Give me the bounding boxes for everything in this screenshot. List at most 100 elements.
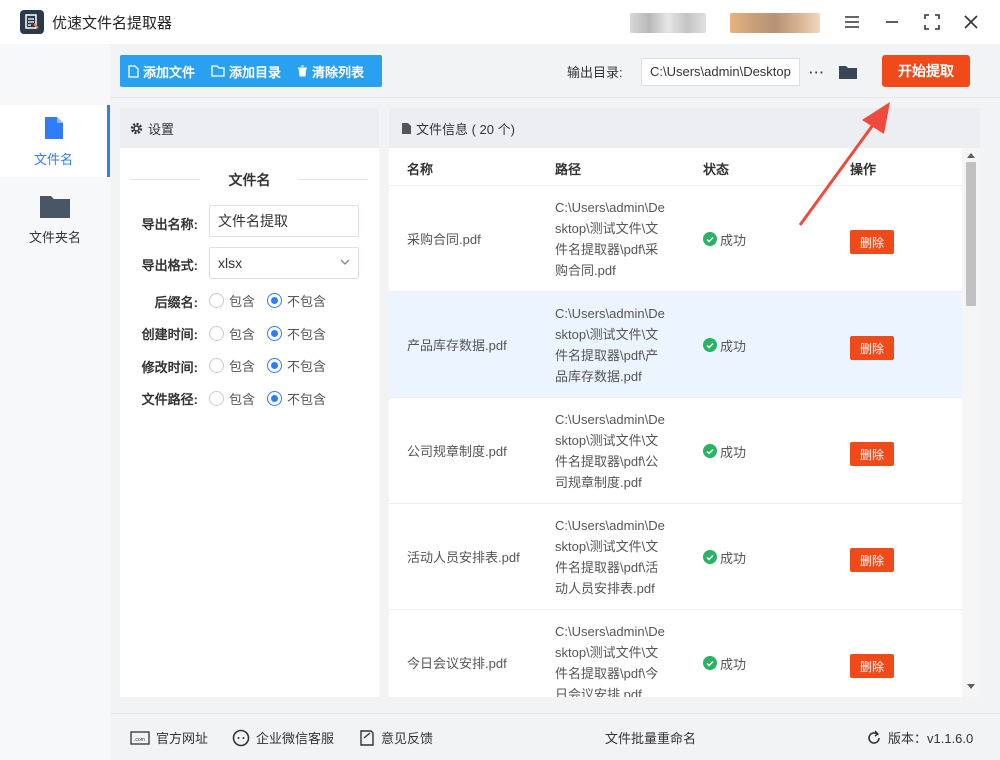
radio-circle-selected <box>267 358 283 373</box>
delete-button[interactable]: 删除 <box>850 654 894 678</box>
divider <box>130 179 200 180</box>
minimize-icon[interactable] <box>880 10 904 34</box>
file-name-cell: 今日会议安排.pdf <box>407 655 507 671</box>
status-cell: 成功 <box>703 292 746 398</box>
include-radio[interactable]: 包含 <box>209 356 255 375</box>
more-options-button[interactable]: ··· <box>808 60 826 84</box>
check-circle-icon <box>703 550 717 564</box>
check-circle-icon <box>703 656 717 670</box>
sidebar-item-foldername[interactable]: 文件夹名 <box>0 183 110 255</box>
footer: .com 官方网址 企业微信客服 意见反馈 文件批量重命名 版本：v1.1.6.… <box>110 713 1000 760</box>
exclude-radio[interactable]: 不包含 <box>267 356 326 375</box>
export-format-value: xlsx <box>218 255 243 271</box>
file-path-cell: C:\Users\admin\Desktop\测试文件\文件名提取器\pdf\公… <box>555 412 665 490</box>
scroll-thumb[interactable] <box>966 162 976 306</box>
file-path-cell: C:\Users\admin\Desktop\测试文件\文件名提取器\pdf\今… <box>555 624 665 697</box>
close-icon[interactable] <box>959 10 983 34</box>
wechat-service-label: 企业微信客服 <box>256 731 335 746</box>
option-radio-group: 包含 不包含 <box>209 324 338 343</box>
website-link[interactable]: .com 官方网址 <box>130 728 208 747</box>
add-file-button[interactable]: 添加文件 <box>120 55 203 87</box>
check-circle-icon <box>703 444 717 458</box>
include-label: 包含 <box>229 327 256 342</box>
maximize-icon[interactable] <box>920 10 944 34</box>
table-row[interactable]: 产品库存数据.pdf C:\Users\admin\Desktop\测试文件\文… <box>389 292 962 398</box>
start-extract-button[interactable]: 开始提取 <box>882 55 970 87</box>
column-status: 状态 <box>703 162 730 177</box>
file-name-cell: 公司规章制度.pdf <box>407 443 507 459</box>
sidebar-item-label: 文件名 <box>33 151 73 167</box>
table-row[interactable]: 今日会议安排.pdf C:\Users\admin\Desktop\测试文件\文… <box>389 610 962 697</box>
settings-panel: 设置 文件名 导出名称: 文件名提取 导出格式: xlsx 后缀名: 包含 不包… <box>120 108 379 697</box>
website-icon: .com <box>130 730 150 745</box>
wechat-service-link[interactable]: 企业微信客服 <box>232 728 334 747</box>
scroll-down-icon[interactable] <box>967 684 975 689</box>
status-text: 成功 <box>720 550 747 566</box>
status-text: 成功 <box>720 656 747 672</box>
option-radio-group: 包含 不包含 <box>209 356 338 375</box>
file-name-cell: 产品库存数据.pdf <box>407 337 507 353</box>
file-icon <box>402 122 411 134</box>
open-folder-icon[interactable] <box>836 60 860 84</box>
output-dir-input[interactable]: C:\Users\admin\Desktop <box>641 58 800 86</box>
option-label: 创建时间: <box>141 327 198 342</box>
clear-list-button[interactable]: 清除列表 <box>289 55 372 87</box>
menu-icon[interactable] <box>840 10 864 34</box>
table-row[interactable]: 公司规章制度.pdf C:\Users\admin\Desktop\测试文件\文… <box>389 398 962 504</box>
divider <box>298 179 368 180</box>
file-name-cell: 采购合同.pdf <box>407 231 481 247</box>
divider <box>110 97 1000 98</box>
exclude-label: 不包含 <box>287 359 327 374</box>
table-row[interactable]: 采购合同.pdf C:\Users\admin\Desktop\测试文件\文件名… <box>389 186 962 292</box>
gear-icon <box>130 122 143 134</box>
app-title: 优速文件名提取器 <box>52 14 173 32</box>
website-label: 官方网址 <box>156 731 209 746</box>
column-action: 操作 <box>850 162 877 177</box>
exclude-radio[interactable]: 不包含 <box>267 389 326 408</box>
exclude-radio[interactable]: 不包含 <box>267 324 326 343</box>
exclude-radio[interactable]: 不包含 <box>267 291 326 310</box>
file-path-cell: C:\Users\admin\Desktop\测试文件\文件名提取器\pdf\活… <box>555 518 665 596</box>
add-directory-button[interactable]: 添加目录 <box>203 55 289 87</box>
svg-text:.com: .com <box>134 737 145 743</box>
include-radio[interactable]: 包含 <box>209 389 255 408</box>
version-info[interactable]: 版本：v1.1.6.0 <box>866 728 973 747</box>
vertical-scrollbar[interactable] <box>962 148 980 697</box>
include-radio[interactable]: 包含 <box>209 291 255 310</box>
file-info-title: 文件信息 ( 20 个) <box>416 121 515 137</box>
version-label: 版本：v1.1.6.0 <box>888 731 974 746</box>
table-header: 名称 路径 状态 操作 <box>389 148 962 186</box>
scroll-up-icon[interactable] <box>967 153 975 158</box>
file-path-cell: C:\Users\admin\Desktop\测试文件\文件名提取器\pdf\采… <box>555 200 665 278</box>
delete-button[interactable]: 删除 <box>850 230 894 254</box>
delete-button[interactable]: 删除 <box>850 336 894 360</box>
status-cell: 成功 <box>703 186 746 292</box>
blurred-user-avatar <box>630 13 706 33</box>
feedback-link[interactable]: 意见反馈 <box>359 728 433 747</box>
chevron-down-icon <box>340 259 350 265</box>
export-format-select[interactable]: xlsx <box>209 247 359 279</box>
sidebar-item-filename[interactable]: 文件名 <box>0 105 110 177</box>
title-bar: 优速文件名提取器 <box>0 0 1000 44</box>
export-name-input[interactable]: 文件名提取 <box>209 205 359 237</box>
column-name: 名称 <box>407 162 434 177</box>
blurred-user-name <box>730 13 820 33</box>
clear-list-label: 清除列表 <box>312 64 365 80</box>
include-radio[interactable]: 包含 <box>209 324 255 343</box>
file-icon <box>44 116 63 139</box>
section-title: 文件名 <box>120 170 379 190</box>
export-format-label: 导出格式: <box>141 258 198 273</box>
table-row[interactable]: 活动人员安排表.pdf C:\Users\admin\Desktop\测试文件\… <box>389 504 962 610</box>
exclude-label: 不包含 <box>287 327 327 342</box>
sidebar-item-label: 文件夹名 <box>28 229 81 245</box>
refresh-icon <box>868 730 880 744</box>
delete-button[interactable]: 删除 <box>850 548 894 572</box>
delete-button[interactable]: 删除 <box>850 442 894 466</box>
trash-icon <box>298 65 308 77</box>
file-toolbar: 添加文件 添加目录 清除列表 <box>120 55 382 87</box>
batch-rename-link[interactable]: 文件批量重命名 <box>605 728 696 747</box>
option-label: 后缀名: <box>154 295 198 310</box>
radio-circle-selected <box>267 326 283 341</box>
add-file-label: 添加文件 <box>143 64 196 80</box>
radio-circle-selected <box>267 293 283 308</box>
